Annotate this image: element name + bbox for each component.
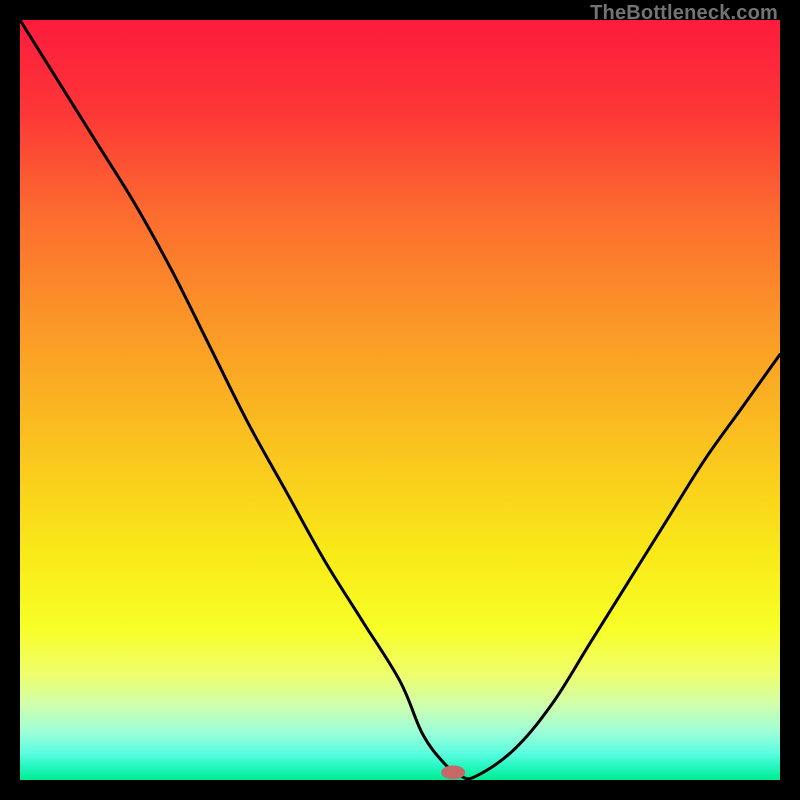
chart-svg <box>20 20 780 780</box>
watermark-text: TheBottleneck.com <box>590 2 778 25</box>
optimal-marker <box>441 765 465 779</box>
chart-frame: TheBottleneck.com <box>0 0 800 800</box>
gradient-background <box>20 20 780 780</box>
plot-area <box>20 20 780 780</box>
